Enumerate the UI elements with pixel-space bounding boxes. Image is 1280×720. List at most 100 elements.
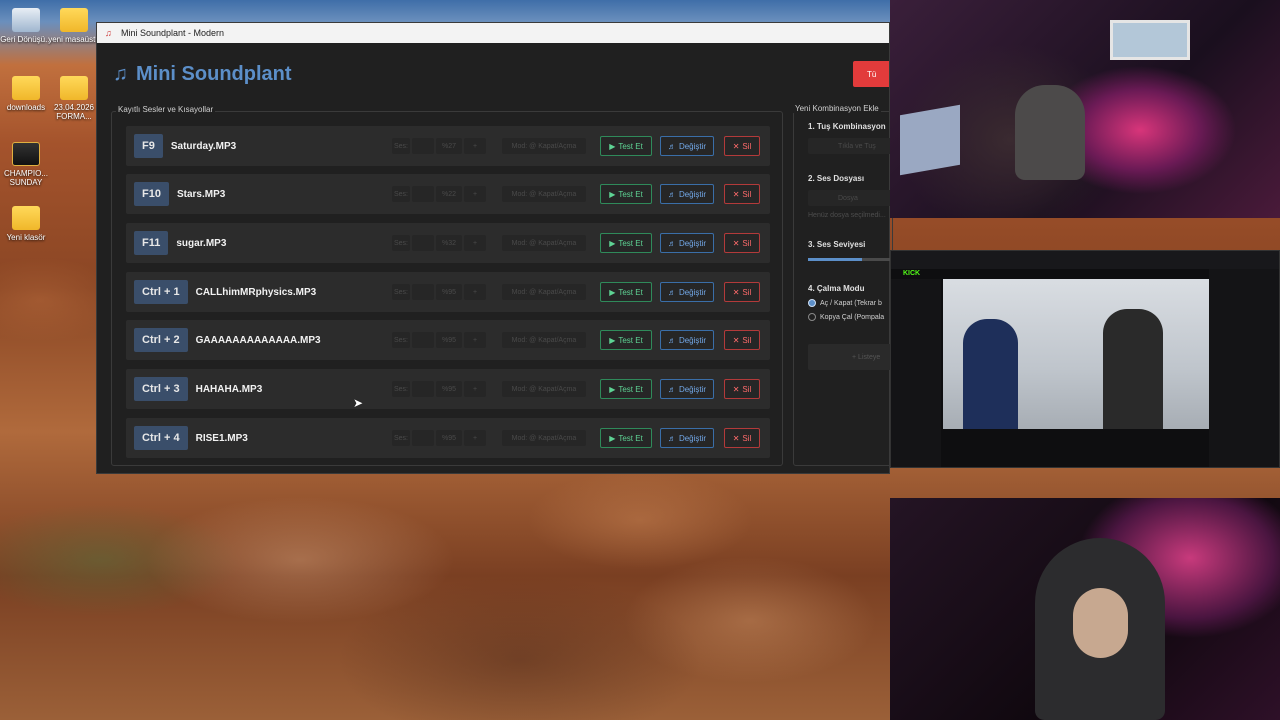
delete-button[interactable]: ✕ Sil	[724, 428, 760, 448]
desktop-icon-format-folder[interactable]: 23.04.2026 FORMA...	[48, 76, 100, 121]
record-combo-button[interactable]: Tıkla ve Tuş	[808, 138, 892, 154]
volume-increase-button[interactable]: +	[464, 430, 486, 446]
change-label: Değiştir	[678, 384, 707, 394]
volume-increase-button[interactable]: +	[464, 235, 486, 251]
volume-value: %95	[436, 430, 462, 446]
volume-slider[interactable]	[808, 258, 892, 261]
desktop-icon-label: 23.04.2026 FORMA...	[53, 103, 95, 121]
music-note-icon: ♬	[667, 238, 676, 248]
sound-row: F11 sugar.MP3 Ses: %32 + Mod: @ Kapat/Açma ▶ Te…	[126, 223, 770, 263]
test-label: Test Et	[618, 287, 643, 297]
volume-value: %95	[436, 332, 462, 348]
sound-row: Ctrl + 3 HAHAHA.MP3 Ses: %95 + Mod: @ Kapat/A…	[126, 369, 770, 409]
change-button[interactable]: ♬ Değiştir	[660, 330, 714, 350]
play-icon: ▶	[609, 335, 616, 345]
delete-label: Sil	[742, 189, 752, 199]
add-to-list-button[interactable]: + Listeye	[808, 344, 892, 370]
desktop-icon-label: yeni masaüstü	[48, 35, 100, 44]
desktop-icon-downloads[interactable]: downloads	[0, 76, 52, 112]
volume-increase-button[interactable]: +	[464, 284, 486, 300]
test-button[interactable]: ▶ Test Et	[600, 136, 652, 156]
test-button[interactable]: ▶ Test Et	[600, 330, 652, 350]
volume-decrease-button[interactable]	[412, 235, 434, 251]
volume-decrease-button[interactable]	[412, 332, 434, 348]
close-icon: ✕	[732, 433, 740, 443]
change-button[interactable]: ♬ Değiştir	[660, 233, 714, 253]
step4-label: 4. Çalma Modu	[808, 284, 865, 293]
test-button[interactable]: ▶ Test Et	[600, 379, 652, 399]
desktop-icon-recycle-bin[interactable]: Geri Dönüşü...	[0, 8, 52, 44]
volume-increase-button[interactable]: +	[464, 186, 486, 202]
volume-decrease-button[interactable]	[412, 381, 434, 397]
choose-file-label: Dosya	[838, 194, 858, 202]
volume-value: %27	[436, 138, 462, 154]
music-notes-icon: ♫	[113, 63, 128, 85]
change-button[interactable]: ♬ Değiştir	[660, 184, 714, 204]
test-button[interactable]: ▶ Test Et	[600, 428, 652, 448]
volume-label: Ses:	[392, 284, 410, 300]
volume-increase-button[interactable]: +	[464, 138, 486, 154]
volume-control: Ses: %32 +	[392, 235, 486, 251]
mode-toggle-radio[interactable]: Aç / Kapat (Tekrar b	[808, 299, 882, 307]
volume-label: Ses:	[392, 235, 410, 251]
volume-control: Ses: %95 +	[392, 284, 486, 300]
desktop-icon-label: Geri Dönüşü...	[0, 35, 52, 44]
volume-slider-fill	[808, 258, 862, 261]
kick-logo: KICK	[903, 270, 921, 277]
delete-button[interactable]: ✕ Sil	[724, 184, 760, 204]
volume-increase-button[interactable]: +	[464, 332, 486, 348]
test-button[interactable]: ▶ Test Et	[600, 282, 652, 302]
stop-all-label: Tü	[867, 69, 877, 79]
test-label: Test Et	[618, 384, 643, 394]
delete-button[interactable]: ✕ Sil	[724, 379, 760, 399]
volume-decrease-button[interactable]	[412, 430, 434, 446]
file-hint: Henüz dosya seçilmedi...	[808, 212, 886, 219]
desktop-icon-yeni-klasor[interactable]: Yeni klasör	[0, 206, 52, 242]
close-icon: ✕	[732, 141, 740, 151]
volume-increase-button[interactable]: +	[464, 381, 486, 397]
mode-dropdown[interactable]: Mod: @ Kapat/Açma	[502, 430, 586, 446]
stop-all-button[interactable]: Tü	[853, 61, 889, 87]
window-titlebar[interactable]: ♫ Mini Soundplant - Modern	[97, 23, 889, 43]
mode-copy-radio[interactable]: Kopya Çal (Pompala	[808, 313, 884, 321]
desktop-icon-champions[interactable]: CHAMPIO... SUNDAY	[0, 142, 52, 187]
delete-button[interactable]: ✕ Sil	[724, 233, 760, 253]
mode-dropdown[interactable]: Mod: @ Kapat/Açma	[502, 235, 586, 251]
change-button[interactable]: ♬ Değiştir	[660, 282, 714, 302]
delete-button[interactable]: ✕ Sil	[724, 330, 760, 350]
new-combo-title: Yeni Kombinasyon Ekle	[793, 104, 881, 113]
app-title: Mini Soundplant	[136, 63, 292, 85]
hotkey-badge: F9	[134, 134, 163, 158]
stream-video	[943, 279, 1209, 429]
test-button[interactable]: ▶ Test Et	[600, 233, 652, 253]
change-button[interactable]: ♬ Değiştir	[660, 136, 714, 156]
mode-dropdown[interactable]: Mod: @ Kapat/Açma	[502, 284, 586, 300]
change-label: Değiştir	[678, 238, 707, 248]
sound-filename: sugar.MP3	[176, 237, 227, 249]
change-button[interactable]: ♬ Değiştir	[660, 428, 714, 448]
desktop-icon-yeni-masaustu[interactable]: yeni masaüstü	[48, 8, 100, 44]
new-combo-group: 1. Tuş Kombinasyon Tıkla ve Tuş 2. Ses D…	[793, 111, 893, 466]
delete-button[interactable]: ✕ Sil	[724, 282, 760, 302]
change-label: Değiştir	[678, 141, 707, 151]
delete-button[interactable]: ✕ Sil	[724, 136, 760, 156]
play-icon: ▶	[609, 433, 616, 443]
mode-dropdown[interactable]: Mod: @ Kapat/Açma	[502, 186, 586, 202]
record-combo-label: Tıkla ve Tuş	[838, 142, 876, 150]
choose-file-button[interactable]: Dosya	[808, 190, 892, 206]
test-button[interactable]: ▶ Test Et	[600, 184, 652, 204]
change-button[interactable]: ♬ Değiştir	[660, 379, 714, 399]
person-silhouette	[1015, 85, 1085, 180]
volume-decrease-button[interactable]	[412, 138, 434, 154]
hotkey-badge: Ctrl + 2	[134, 328, 188, 352]
mode-dropdown[interactable]: Mod: @ Kapat/Açma	[502, 332, 586, 348]
volume-decrease-button[interactable]	[412, 186, 434, 202]
volume-decrease-button[interactable]	[412, 284, 434, 300]
stream-sidebar	[891, 279, 941, 467]
stream-topbar	[891, 251, 1279, 269]
mode-dropdown[interactable]: Mod: @ Kapat/Açma	[502, 138, 586, 154]
volume-control: Ses: %95 +	[392, 332, 486, 348]
desktop-icon-label: downloads	[6, 103, 46, 112]
sound-row: Ctrl + 4 RISE1.MP3 Ses: %95 + Mod: @ Kapat/Aç…	[126, 418, 770, 458]
mode-dropdown[interactable]: Mod: @ Kapat/Açma	[502, 381, 586, 397]
